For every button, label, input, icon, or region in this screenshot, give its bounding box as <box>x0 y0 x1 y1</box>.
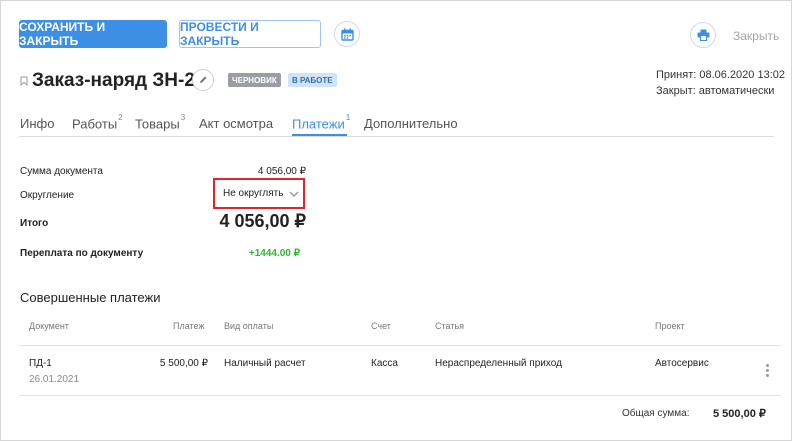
pencil-icon <box>200 76 207 83</box>
payment-article: Нераспределенный приход <box>435 358 562 369</box>
close-link[interactable]: Закрыть <box>733 29 779 43</box>
tab-additional[interactable]: Дополнительно <box>364 116 458 131</box>
payment-doc-date: 26.01.2021 <box>29 374 80 385</box>
column-header-article: Статья <box>435 321 465 331</box>
column-header-account: Счет <box>371 321 391 331</box>
doc-sum-label: Сумма документа <box>20 166 103 177</box>
status-badge-draft: ЧЕРНОВИК <box>228 73 281 87</box>
column-header-document: Документ <box>29 321 69 331</box>
tab-payments[interactable]: Платежи1 <box>292 113 350 131</box>
accepted-date: Принят: 08.06.2020 13:02 <box>656 69 785 81</box>
payments-total-value: 5 500,00 ₽ <box>713 408 766 420</box>
tab-info[interactable]: Инфо <box>20 116 54 131</box>
payment-amount: 5 500,00 ₽ <box>159 358 208 369</box>
edit-title-button[interactable] <box>192 69 214 91</box>
post-and-close-button[interactable]: ПРОВЕСТИ И ЗАКРЫТЬ <box>179 20 321 48</box>
window-frame <box>0 0 792 441</box>
payment-account: Касса <box>371 358 398 369</box>
column-header-payment: Платеж <box>173 321 205 331</box>
table-footer-divider <box>19 395 781 396</box>
tab-works[interactable]: Работы2 <box>72 113 123 131</box>
column-header-project: Проект <box>655 321 685 331</box>
payments-section-title: Совершенные платежи <box>20 290 161 305</box>
table-header-divider <box>19 345 781 346</box>
payments-total-label: Общая сумма: <box>622 408 690 419</box>
payment-project: Автосервис <box>655 358 709 369</box>
total-value: 4 056,00 ₽ <box>219 211 306 231</box>
chevron-down-icon <box>289 191 299 197</box>
document-title: Заказ-наряд ЗН-2 <box>32 70 195 91</box>
tab-goods[interactable]: Товары3 <box>135 113 185 131</box>
column-header-pay-type: Вид оплаты <box>224 321 274 331</box>
bookmark-icon[interactable] <box>20 76 28 86</box>
tab-inspection-act[interactable]: Акт осмотра <box>199 116 273 131</box>
row-more-icon[interactable] <box>766 364 770 379</box>
rounding-select-value: Не округлять <box>223 188 284 199</box>
calendar-button[interactable] <box>334 21 360 47</box>
save-and-close-button[interactable]: СОХРАНИТЬ И ЗАКРЫТЬ <box>19 20 167 48</box>
closed-info: Закрыт: автоматически <box>656 85 775 97</box>
overpay-label: Переплата по документу <box>20 248 144 259</box>
tabs-divider <box>19 136 774 137</box>
printer-icon <box>697 29 709 41</box>
status-badge-in-work[interactable]: В РАБОТЕ <box>288 73 337 87</box>
payment-type: Наличный расчет <box>224 358 306 369</box>
rounding-label: Округление <box>20 190 75 201</box>
active-tab-indicator <box>292 134 347 136</box>
rounding-select[interactable]: Не округлять <box>213 178 305 209</box>
payment-doc-link[interactable]: ПД-1 <box>29 358 52 369</box>
doc-sum-value: 4 056,00 ₽ <box>257 166 306 177</box>
total-label: Итого <box>20 218 49 229</box>
overpay-value: +1444.00 ₽ <box>248 248 300 259</box>
print-button[interactable] <box>690 22 716 48</box>
calendar-icon <box>340 28 354 41</box>
